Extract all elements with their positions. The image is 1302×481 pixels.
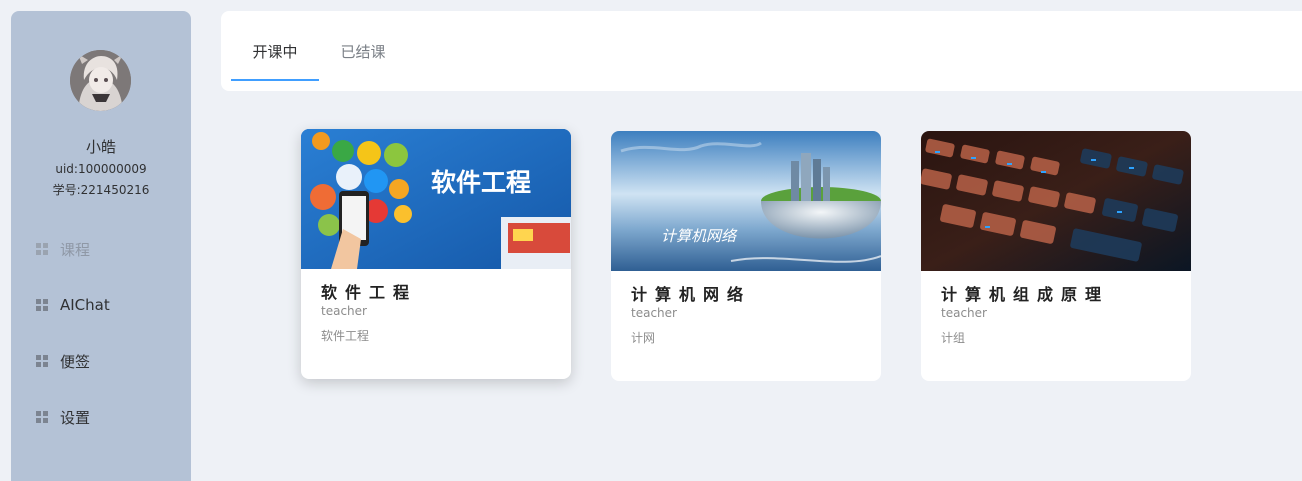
user-student-id: 学号:221450216: [52, 183, 150, 197]
course-cover-image: [921, 131, 1191, 271]
course-description: 计网: [631, 331, 656, 345]
sidebar-item-label: 设置: [60, 408, 91, 427]
grid-icon: [36, 411, 48, 423]
grid-icon: [36, 299, 48, 311]
course-card-computer-organization[interactable]: 计算机组成原理 teacher 计组: [921, 131, 1191, 381]
course-teacher: teacher: [941, 306, 987, 320]
cover-banner-text: 计算机网络: [661, 227, 738, 245]
user-name: 小皓: [85, 138, 116, 156]
sidebar-item-label: 课程: [60, 240, 91, 259]
sidebar-menu: 课程 AIChat 便签 设置: [11, 221, 191, 445]
course-teacher: teacher: [321, 304, 367, 318]
course-cover-image: 计算机网络: [611, 131, 881, 271]
cover-banner-text: 软件工程: [431, 168, 531, 197]
user-uid: uid:100000009: [55, 162, 147, 176]
sidebar-item-aichat[interactable]: AIChat: [11, 277, 191, 333]
course-title: 计算机网络: [631, 285, 752, 304]
course-cover-image: 软件工程: [301, 129, 571, 269]
tab-finished[interactable]: 已结课: [319, 11, 407, 81]
sidebar-item-courses[interactable]: 课程: [11, 221, 191, 277]
course-card-computer-network[interactable]: 计算机网络 计算机网络 teacher 计网: [611, 131, 881, 381]
course-title: 计算机组成原理: [941, 285, 1110, 304]
avatar[interactable]: [70, 50, 131, 111]
sidebar-item-settings[interactable]: 设置: [11, 389, 191, 445]
course-teacher: teacher: [631, 306, 677, 320]
sidebar-item-label: 便签: [60, 352, 91, 371]
sidebar: 小皓 uid:100000009 学号:221450216 课程 AIChat …: [11, 11, 191, 481]
tab-bar: 开课中 已结课: [221, 11, 1302, 91]
course-card-software-engineering[interactable]: 软件工程 软件工程 teacher 软件工程: [301, 129, 571, 379]
sidebar-item-label: AIChat: [60, 296, 110, 314]
sidebar-item-notes[interactable]: 便签: [11, 333, 191, 389]
course-description: 计组: [941, 331, 966, 345]
grid-icon: [36, 355, 48, 367]
grid-icon: [36, 243, 48, 255]
course-description: 软件工程: [321, 329, 370, 343]
tab-ongoing[interactable]: 开课中: [231, 11, 319, 81]
avatar-image: [70, 50, 131, 111]
course-title: 软件工程: [321, 283, 418, 302]
